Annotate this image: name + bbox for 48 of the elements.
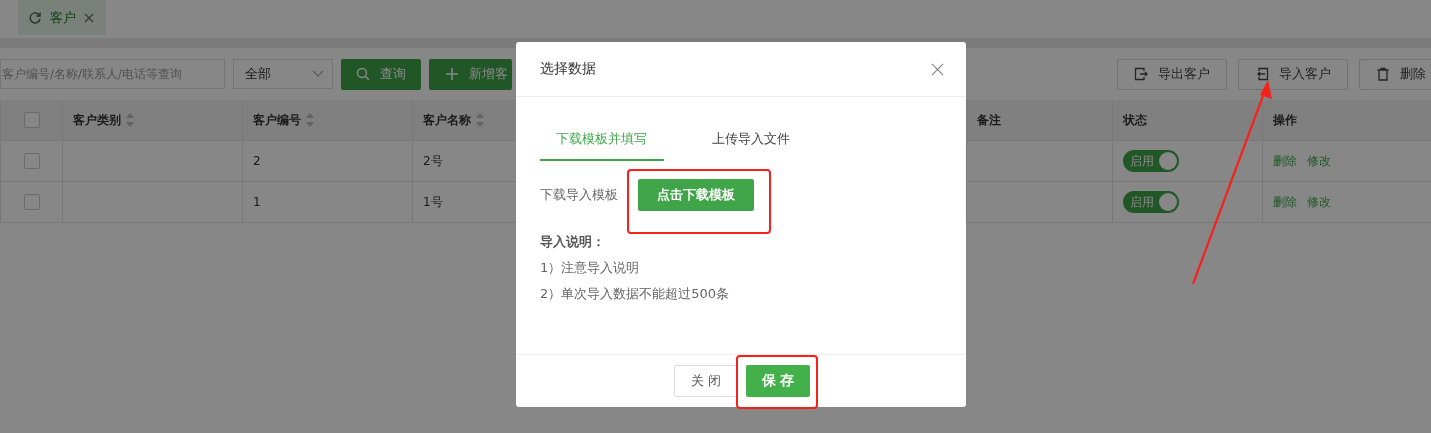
caret-icon	[312, 70, 324, 78]
table-cell: 1	[253, 195, 261, 209]
column-header: 客户编号	[253, 111, 301, 129]
checkbox[interactable]	[23, 112, 40, 128]
row-action-link[interactable]: 删除	[1273, 193, 1297, 211]
sort-icon[interactable]	[125, 112, 135, 128]
sort-icon[interactable]	[475, 112, 485, 128]
notes-title: 导入说明：	[540, 233, 606, 251]
status-switch[interactable]: 启用	[1123, 150, 1179, 172]
column-header: 备注	[977, 111, 1001, 129]
export-icon	[1134, 67, 1148, 81]
column-header: 状态	[1123, 111, 1147, 129]
save-button[interactable]: 保 存	[746, 365, 810, 397]
trash-icon	[1376, 67, 1390, 81]
plus-icon	[445, 67, 459, 81]
delete-button[interactable]: 删除	[1359, 58, 1431, 90]
query-button[interactable]: 查询	[341, 58, 421, 90]
sort-icon[interactable]	[305, 112, 315, 128]
export-button[interactable]: 导出客户	[1117, 58, 1227, 90]
import-button[interactable]: 导入客户	[1238, 58, 1348, 90]
column-header: 操作	[1273, 111, 1297, 129]
column-header: 客户名称	[423, 111, 471, 129]
table-cell: 2号	[423, 152, 443, 170]
close-icon[interactable]	[84, 12, 94, 23]
table-cell: 1号	[423, 193, 443, 211]
checkbox[interactable]	[23, 194, 40, 210]
status-switch[interactable]: 启用	[1123, 191, 1179, 213]
filter-select[interactable]: 全部	[233, 59, 333, 89]
row-action-link[interactable]: 修改	[1307, 152, 1331, 170]
close-icon[interactable]	[931, 62, 944, 76]
page-tab[interactable]: 客户	[18, 0, 106, 35]
download-template-button[interactable]: 点击下载模板	[638, 179, 754, 211]
add-button[interactable]: 新增客	[429, 58, 512, 90]
dialog-tab[interactable]: 上传导入文件	[712, 130, 790, 161]
download-label: 下载导入模板	[540, 186, 618, 204]
checkbox[interactable]	[23, 153, 40, 169]
column-header: 客户类别	[73, 111, 121, 129]
table-cell: 2	[253, 154, 261, 168]
search-icon	[356, 67, 370, 81]
row-action-link[interactable]: 删除	[1273, 152, 1297, 170]
dialog-title: 选择数据	[540, 60, 596, 78]
dialog-tab[interactable]: 下载模板并填写	[540, 130, 664, 161]
row-action-link[interactable]: 修改	[1307, 193, 1331, 211]
import-icon	[1255, 67, 1269, 81]
close-button[interactable]: 关 闭	[674, 365, 738, 397]
note-text: 2）单次导入数据不能超过500条	[540, 285, 731, 303]
note-text: 1）注意导入说明	[540, 259, 641, 277]
refresh-icon	[28, 10, 42, 25]
